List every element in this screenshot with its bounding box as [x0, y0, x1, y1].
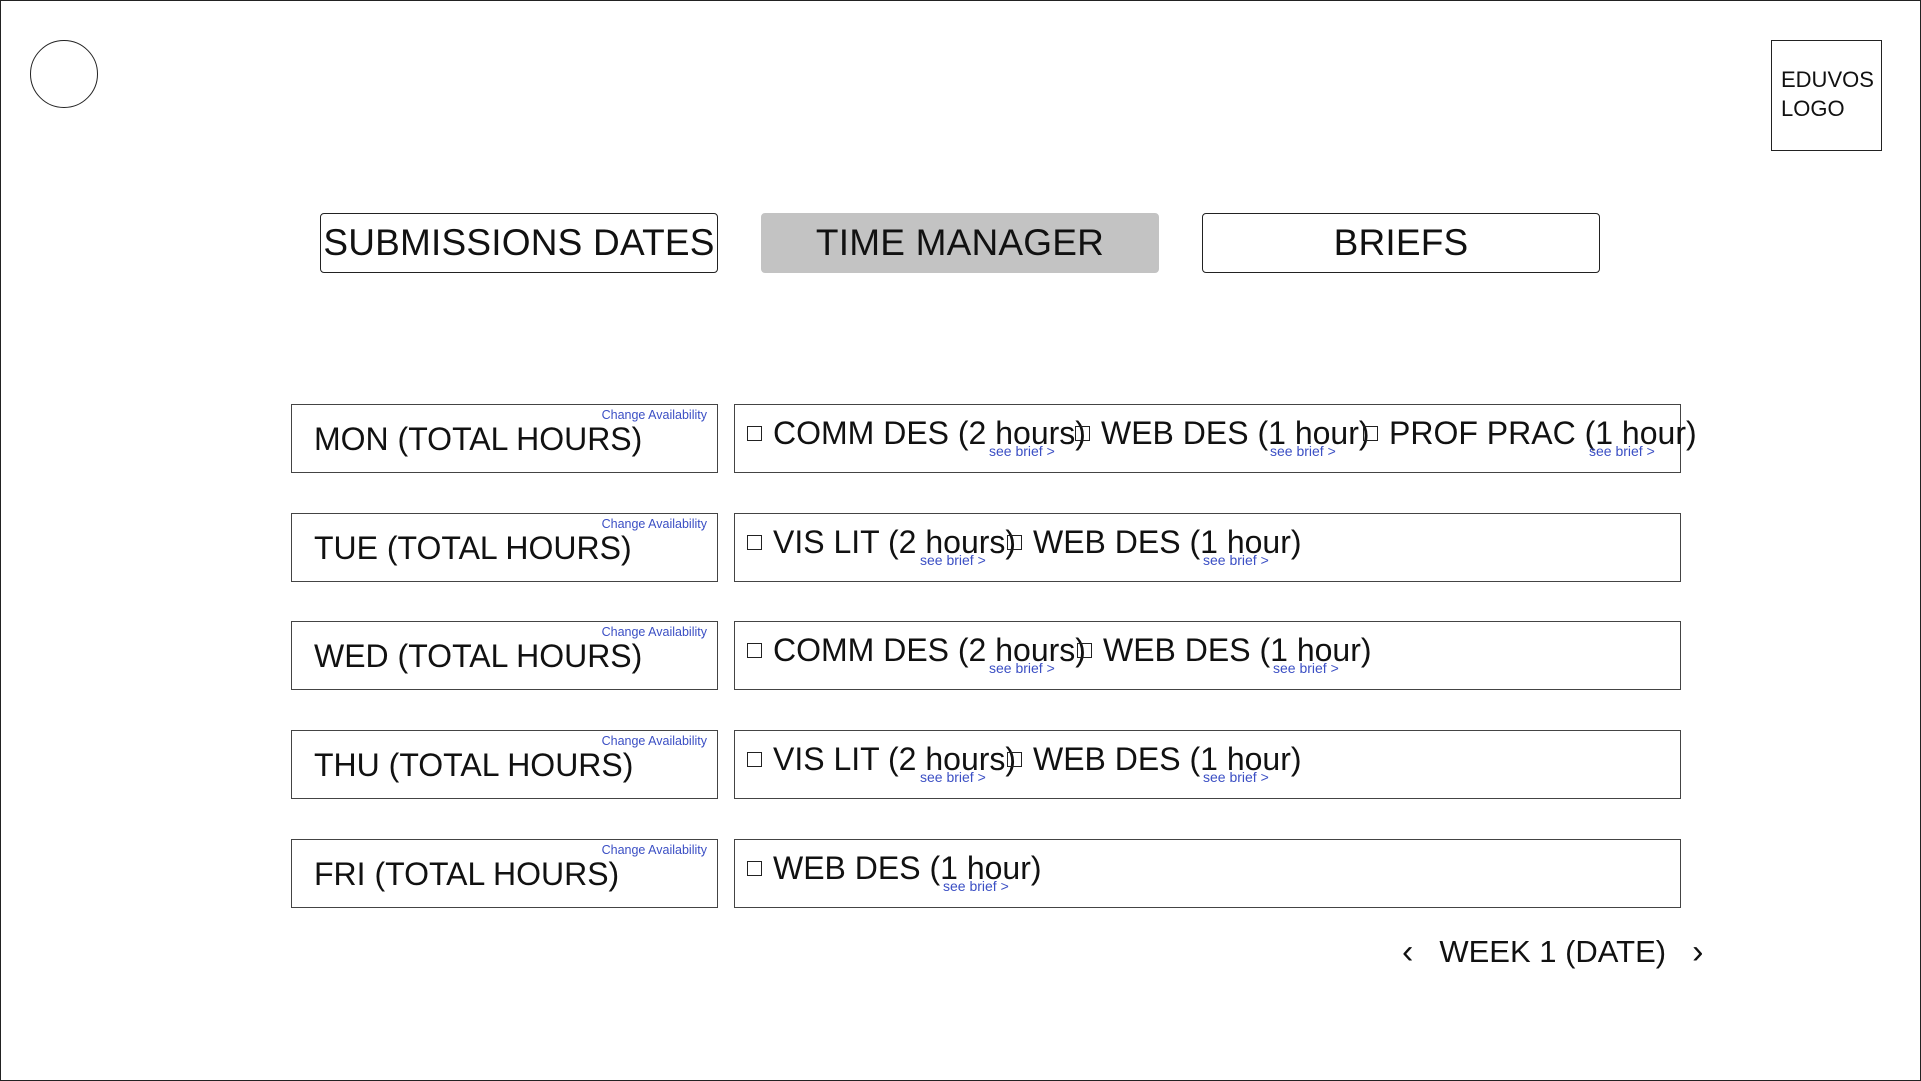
change-availability-link[interactable]: Change Availability	[602, 408, 707, 422]
week-navigation: ‹ WEEK 1 (DATE) ›	[1402, 930, 1703, 974]
see-brief-link[interactable]: see brief >	[920, 769, 986, 785]
tasks-tuesday: VIS LIT (2 hours) see brief > WEB DES (1…	[734, 513, 1681, 582]
day-monday: MON (TOTAL HOURS) Change Availability	[291, 404, 718, 473]
logo-text-line1: EDUVOS	[1781, 67, 1874, 92]
change-availability-link[interactable]: Change Availability	[602, 843, 707, 857]
tasks-thursday: VIS LIT (2 hours) see brief > WEB DES (1…	[734, 730, 1681, 799]
eduvos-logo: EDUVOS LOGO	[1771, 40, 1882, 151]
see-brief-link[interactable]: see brief >	[1270, 443, 1336, 459]
change-availability-link[interactable]: Change Availability	[602, 625, 707, 639]
tasks-monday: COMM DES (2 hours) see brief > WEB DES (…	[734, 404, 1697, 473]
tab-time-manager[interactable]: TIME MANAGER	[761, 213, 1159, 273]
week-label: WEEK 1 (DATE)	[1439, 934, 1667, 969]
day-friday: FRI (TOTAL HOURS) Change Availability	[291, 839, 718, 908]
change-availability-link[interactable]: Change Availability	[602, 734, 707, 748]
day-label: TUE (TOTAL HOURS)	[314, 530, 632, 566]
day-wednesday: WED (TOTAL HOURS) Change Availability	[291, 621, 718, 690]
task-checkbox[interactable]	[747, 535, 762, 550]
see-brief-link[interactable]: see brief >	[1203, 552, 1269, 568]
see-brief-link[interactable]: see brief >	[943, 878, 1009, 894]
see-brief-link[interactable]: see brief >	[989, 443, 1055, 459]
task-checkbox[interactable]	[747, 426, 762, 441]
task-checkbox[interactable]	[747, 752, 762, 767]
day-label: THU (TOTAL HOURS)	[314, 747, 634, 783]
day-thursday: THU (TOTAL HOURS) Change Availability	[291, 730, 718, 799]
task-checkbox[interactable]	[1363, 426, 1378, 441]
task-checkbox[interactable]	[747, 643, 762, 658]
tab-submissions-dates[interactable]: SUBMISSIONS DATES	[320, 213, 718, 273]
tasks-wednesday: COMM DES (2 hours) see brief > WEB DES (…	[734, 621, 1681, 690]
avatar[interactable]	[30, 40, 98, 108]
change-availability-link[interactable]: Change Availability	[602, 517, 707, 531]
see-brief-link[interactable]: see brief >	[1203, 769, 1269, 785]
tab-label: TIME MANAGER	[815, 222, 1105, 263]
logo-text-line2: LOGO	[1781, 96, 1845, 121]
day-label: WED (TOTAL HOURS)	[314, 638, 643, 674]
see-brief-link[interactable]: see brief >	[1273, 660, 1339, 676]
chevron-right-icon[interactable]: ›	[1692, 933, 1703, 972]
tasks-friday: WEB DES (1 hour) see brief >	[734, 839, 1681, 908]
tab-label: SUBMISSIONS DATES	[323, 222, 715, 263]
day-label: MON (TOTAL HOURS)	[314, 421, 643, 457]
day-label: FRI (TOTAL HOURS)	[314, 856, 620, 892]
task-checkbox[interactable]	[1007, 535, 1022, 550]
task-checkbox[interactable]	[1007, 752, 1022, 767]
see-brief-link[interactable]: see brief >	[1589, 443, 1655, 459]
task-checkbox[interactable]	[1077, 643, 1092, 658]
day-tuesday: TUE (TOTAL HOURS) Change Availability	[291, 513, 718, 582]
task-checkbox[interactable]	[1075, 426, 1090, 441]
tab-briefs[interactable]: BRIEFS	[1202, 213, 1600, 273]
chevron-left-icon[interactable]: ‹	[1402, 933, 1413, 972]
see-brief-link[interactable]: see brief >	[989, 660, 1055, 676]
task-checkbox[interactable]	[747, 861, 762, 876]
see-brief-link[interactable]: see brief >	[920, 552, 986, 568]
tab-label: BRIEFS	[1333, 222, 1469, 263]
